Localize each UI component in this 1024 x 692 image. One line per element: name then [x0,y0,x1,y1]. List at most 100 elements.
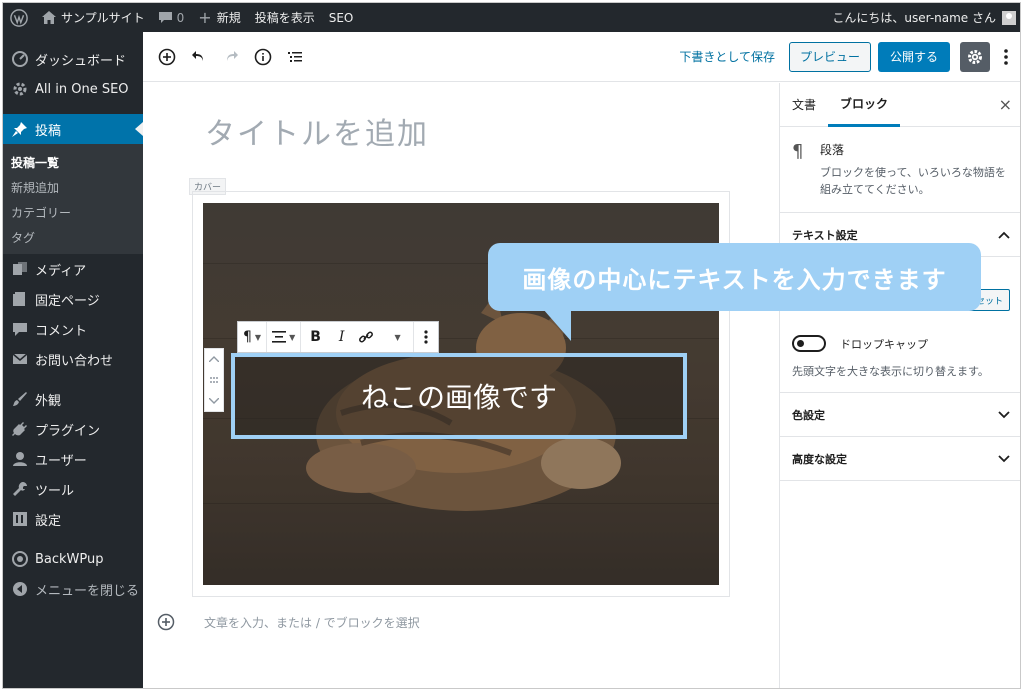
list-outline-icon [288,51,302,62]
info-icon [254,48,272,65]
chevron-down-icon[interactable] [209,398,219,404]
sidebar-item-appearance[interactable]: 外観 [3,384,143,414]
plugin-icon [11,420,29,438]
drop-cap-row: ドロップキャップ [792,335,928,352]
plus-icon: + [198,8,212,27]
sidebar-item-plugins[interactable]: プラグイン [3,414,143,444]
sidebar-item-comments[interactable]: コメント [3,314,143,344]
advanced-settings-header[interactable]: 高度な設定 [780,437,1020,481]
paragraph-icon: ¶ [243,329,252,345]
paragraph-type-button[interactable]: ¶ ▼ [238,322,268,352]
seo-link[interactable]: SEO [322,3,361,32]
more-options-button[interactable] [996,41,1016,73]
sidebar-item-label: BackWPup [35,551,104,567]
italic-button[interactable]: I [330,322,354,352]
align-center-icon [272,331,287,343]
sidebar-item-media[interactable]: メディア [3,254,143,284]
undo-icon [192,50,203,61]
outline-button[interactable] [279,41,311,73]
submenu-item-all-posts[interactable]: 投稿一覧 [3,150,143,175]
color-settings-header[interactable]: 色設定 [780,393,1020,437]
align-button[interactable]: ▼ [267,322,302,352]
avatar [1002,10,1016,25]
sidebar-item-contact[interactable]: お問い合わせ [3,344,143,374]
preview-button[interactable]: プレビュー [788,41,871,72]
link-button[interactable] [353,322,379,352]
callout-tail [543,309,571,341]
mail-icon [11,350,29,368]
settings-toggle-button[interactable] [960,41,990,72]
comments-link[interactable]: 0 [152,3,192,32]
sidebar-item-label: ユーザー [35,453,87,469]
site-name-link[interactable]: サンプルサイト [35,3,152,32]
append-block-placeholder[interactable]: 文章を入力、または / でブロックを選択 [204,614,420,631]
save-draft-button[interactable]: 下書きとして保存 [679,48,775,65]
submenu-item-categories[interactable]: カテゴリー [3,200,143,225]
settings-tabs: 文書 ブロック × [780,83,1020,127]
dashboard-icon [11,50,29,68]
caret-down-icon: ▼ [254,332,262,342]
block-options-button[interactable] [414,322,438,352]
media-icon [11,260,29,278]
backwpup-icon [11,550,29,568]
close-icon[interactable]: × [999,95,1012,114]
drop-cap-label: ドロップキャップ [840,337,928,351]
bold-button[interactable]: B [301,322,330,352]
wrench-icon [11,480,29,498]
sidebar-collapse-menu[interactable]: メニューを閉じる [3,574,143,604]
account-link[interactable]: こんにちは、user-name さん [825,3,1020,32]
wordpress-logo-icon[interactable] [3,3,35,32]
caret-down-icon: ▼ [394,332,401,342]
tab-block[interactable]: ブロック [828,83,901,127]
cover-text[interactable]: ねこの画像です [361,376,557,416]
info-button[interactable] [247,41,279,73]
sidebar-item-posts[interactable]: 投稿 [3,114,143,144]
chevron-down-icon [998,410,1010,418]
comment-icon [11,320,29,338]
sidebar-item-label: メニューを閉じる [35,583,140,599]
sidebar-item-dashboard[interactable]: ダッシュボード [3,44,143,74]
editor-toolbar: 下書きとして保存 プレビュー 公開する [143,32,1020,82]
sidebar-item-label: 設定 [35,513,62,529]
add-block-inline-button[interactable] [157,613,175,635]
plus-circle-icon [158,48,176,65]
redo-icon [227,50,238,61]
add-block-button[interactable] [151,41,183,73]
redo-button[interactable] [215,41,247,73]
chevron-down-icon [998,454,1010,462]
sidebar-item-tools[interactable]: ツール [3,474,143,504]
publish-button[interactable]: 公開する [877,41,950,72]
block-mover [204,348,224,412]
admin-sidebar: ダッシュボード All in One SEO 投稿 投稿一覧 新規追加 カテゴリ… [3,32,143,688]
gear-icon [968,49,982,64]
comments-count: 0 [176,10,185,25]
page-icon [11,290,29,308]
admin-bar: サンプルサイト 0 + 新規 投稿を表示 SEO こんにちは、user-name… [3,3,1020,32]
sidebar-item-label: All in One SEO [35,81,129,97]
more-formats-button[interactable]: ▼ [379,322,414,352]
undo-button[interactable] [183,41,215,73]
chevron-up-icon [998,231,1010,239]
submenu-item-add-new[interactable]: 新規追加 [3,175,143,200]
sidebar-item-users[interactable]: ユーザー [3,444,143,474]
drop-cap-toggle[interactable] [792,335,826,352]
sidebar-item-settings[interactable]: 設定 [3,504,143,534]
cover-text-box[interactable]: ねこの画像です [231,353,687,439]
chevron-up-icon[interactable] [209,356,219,362]
app-window: サンプルサイト 0 + 新規 投稿を表示 SEO こんにちは、user-name… [2,2,1021,689]
sidebar-item-pages[interactable]: 固定ページ [3,284,143,314]
plus-circle-icon [157,613,175,631]
link-icon [359,331,374,343]
view-post-link[interactable]: 投稿を表示 [248,3,322,32]
sidebar-item-label: 外観 [35,393,62,409]
sidebar-item-backwpup[interactable]: BackWPup [3,544,143,574]
user-icon [11,450,29,468]
new-content-link[interactable]: + 新規 [191,3,247,32]
submenu-item-tags[interactable]: タグ [3,225,143,250]
drag-handle-icon[interactable] [209,376,219,384]
sidebar-item-aioseo[interactable]: All in One SEO [3,74,143,104]
tab-document[interactable]: 文書 [780,83,828,127]
post-title-input[interactable]: タイトルを追加 [205,109,429,153]
block-toolbar: ¶ ▼ ▼ B I ▼ [237,321,439,353]
sidebar-item-label: 固定ページ [35,293,100,309]
